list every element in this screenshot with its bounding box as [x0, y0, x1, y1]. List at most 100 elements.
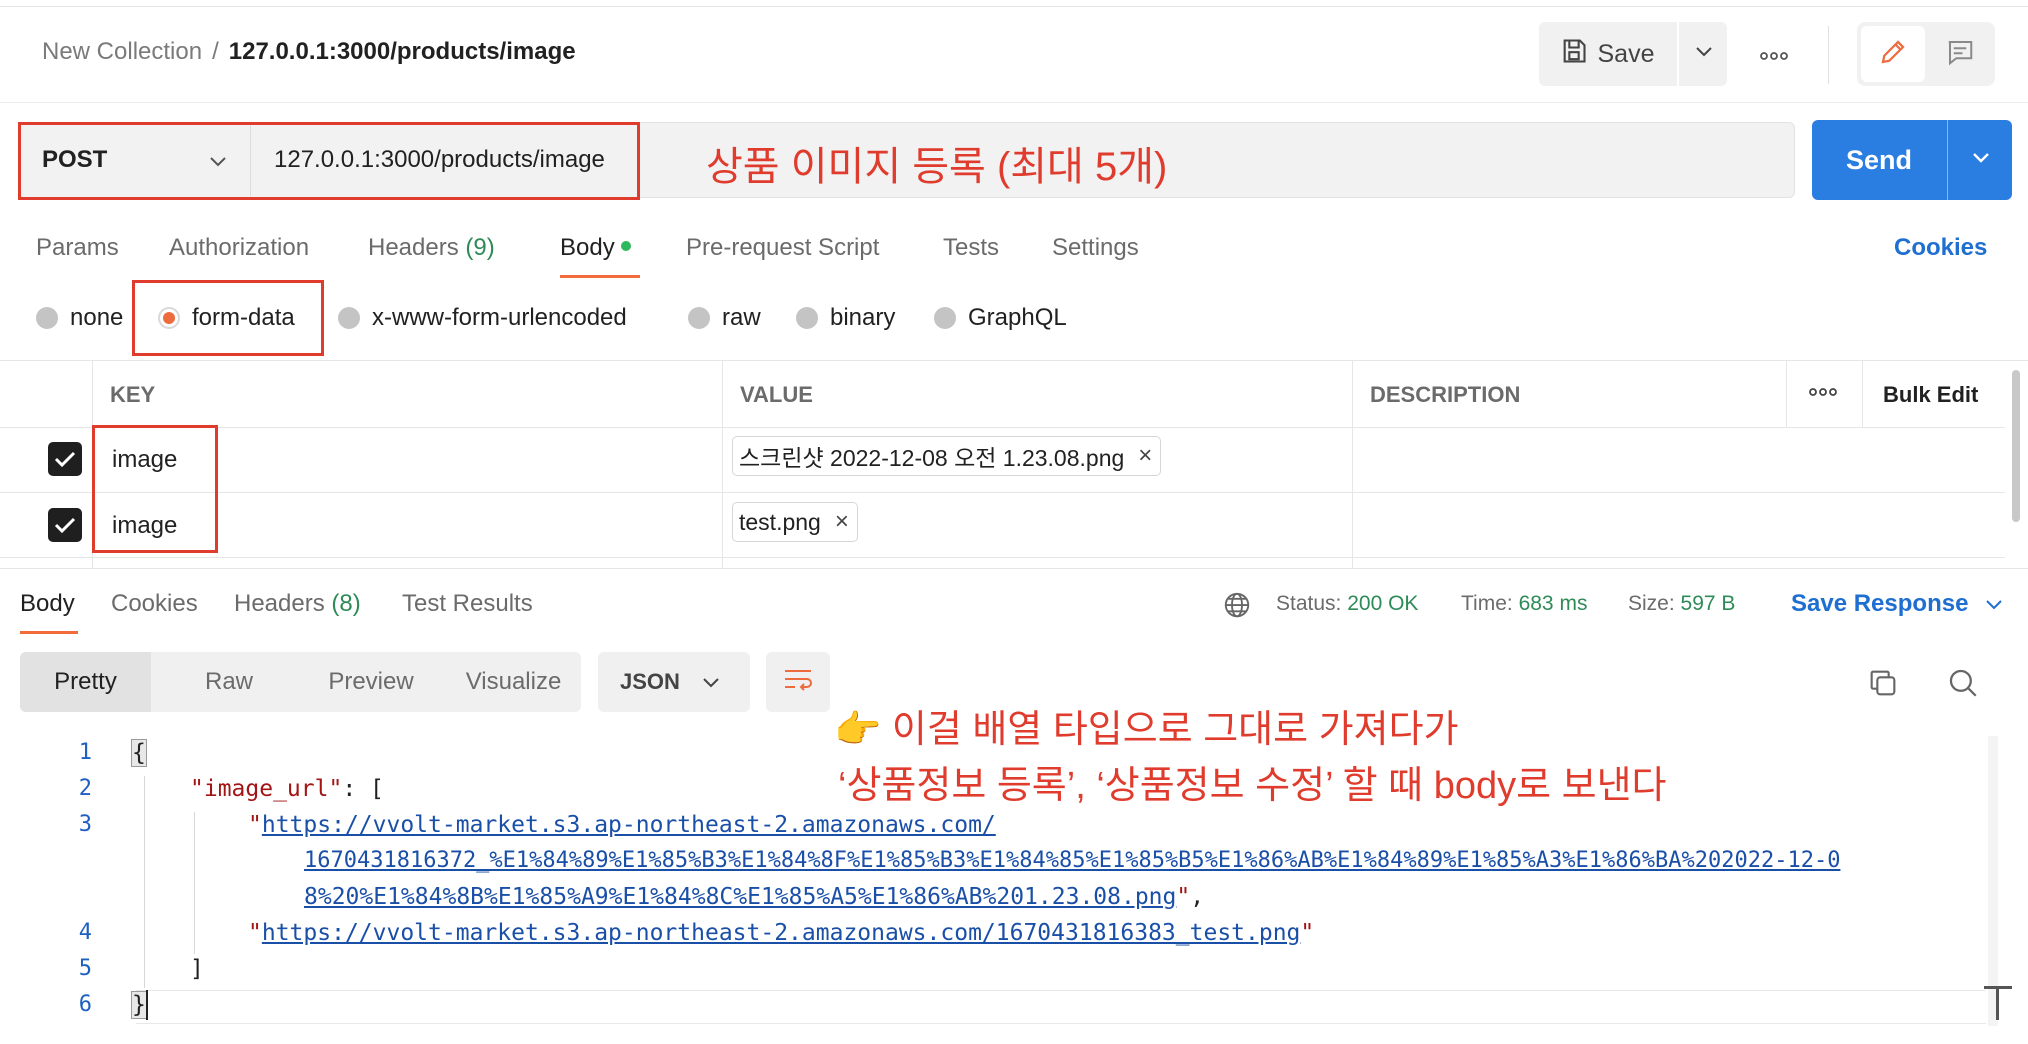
- response-tab-body[interactable]: Body: [20, 590, 75, 618]
- code-line-3-wrap-2: 8%20%E1%84%8B%E1%85%A9%E1%84%8C%E1%85%A5…: [304, 884, 1205, 910]
- annotation-request: 상품 이미지 등록 (최대 5개): [706, 145, 1168, 189]
- save-label: Save: [1597, 39, 1655, 68]
- comments-mode-button[interactable]: [1929, 26, 1991, 82]
- code-url-link[interactable]: 1670431816372_%E1%84%89%E1%85%B3%E1%84%8…: [304, 848, 1840, 873]
- radio-graphql[interactable]: GraphQL: [934, 304, 1067, 332]
- view-visualize[interactable]: Visualize: [446, 652, 581, 712]
- file-name: test.png: [739, 508, 821, 535]
- row-checkbox[interactable]: [48, 508, 82, 542]
- breadcrumb-separator: /: [212, 38, 219, 65]
- globe-icon[interactable]: [1222, 590, 1252, 625]
- tab-headers[interactable]: Headers (9): [368, 234, 495, 262]
- send-button[interactable]: Send: [1812, 120, 1946, 200]
- breadcrumb-collection[interactable]: New Collection: [42, 38, 202, 65]
- tab-label: Settings: [1052, 234, 1139, 261]
- breadcrumb: New Collection / 127.0.0.1:3000/products/i…: [42, 38, 576, 66]
- checkbox-checked-icon: [48, 508, 82, 542]
- table-column-divider: [1862, 360, 1863, 427]
- indent-guide: [144, 776, 145, 988]
- edit-mode-button[interactable]: [1861, 26, 1925, 82]
- format-select[interactable]: JSON: [598, 652, 750, 712]
- tab-label: Tests: [943, 234, 1000, 261]
- row-checkbox[interactable]: [48, 442, 82, 476]
- active-tab-underline: [560, 275, 640, 278]
- chevron-down-icon: [1971, 151, 1991, 170]
- table-row-divider: [0, 492, 2005, 493]
- code-line-3: "https://vvolt-market.s3.ap-northeast-2.…: [248, 812, 996, 838]
- size-label: Size:: [1628, 592, 1675, 615]
- more-horizontal-icon: [1759, 40, 1789, 67]
- remove-file-icon[interactable]: ×: [835, 508, 849, 536]
- file-chip[interactable]: test.png ×: [732, 502, 858, 542]
- table-options-button[interactable]: [1808, 384, 1838, 402]
- comment-icon: [1945, 37, 1975, 72]
- more-horizontal-icon: [1808, 384, 1838, 401]
- radio-label: binary: [830, 304, 896, 331]
- response-tab-cookies[interactable]: Cookies: [111, 590, 198, 618]
- view-raw[interactable]: Raw: [166, 652, 292, 712]
- tab-label: Params: [36, 234, 119, 261]
- tab-params[interactable]: Params: [36, 234, 119, 262]
- view-pretty[interactable]: Pretty: [20, 652, 151, 712]
- time-label: Time:: [1461, 592, 1513, 615]
- status-label: Status:: [1276, 592, 1342, 615]
- radio-label: none: [70, 304, 124, 331]
- code-line-3-wrap-1: 1670431816372_%E1%84%89%E1%85%B3%E1%84%8…: [304, 848, 1840, 873]
- view-mode-group: Pretty Raw Preview Visualize: [20, 652, 581, 712]
- save-response-button[interactable]: Save Response: [1791, 590, 2003, 618]
- column-header-description: DESCRIPTION: [1370, 382, 1521, 407]
- code-scrollbar-track[interactable]: [1988, 736, 1998, 1026]
- save-dropdown-button[interactable]: [1677, 22, 1729, 86]
- code-line-2: "image_url": [: [190, 776, 384, 802]
- highlight-box-keys: [92, 425, 218, 553]
- modified-dot-icon: [620, 240, 631, 251]
- tab-pre-request-script[interactable]: Pre-request Script: [686, 234, 879, 262]
- code-line-1: {: [131, 739, 147, 767]
- highlight-box-url: [18, 122, 640, 200]
- tab-body[interactable]: Body: [560, 234, 631, 262]
- response-tab-headers[interactable]: Headers (8): [234, 590, 361, 618]
- breadcrumb-request-name[interactable]: 127.0.0.1:3000/products/image: [229, 38, 576, 65]
- table-scrollbar[interactable]: [2012, 370, 2020, 522]
- file-chip[interactable]: 스크린샷 2022-12-08 오전 1.23.08.png ×: [732, 436, 1162, 476]
- header-divider: [1828, 26, 1829, 84]
- response-tab-test-results[interactable]: Test Results: [402, 590, 533, 618]
- tab-tests[interactable]: Tests: [943, 234, 999, 262]
- code-punct: : [: [342, 776, 384, 802]
- table-top-border: [0, 360, 2028, 361]
- table-column-divider: [1786, 360, 1787, 427]
- tab-authorization[interactable]: Authorization: [169, 234, 309, 262]
- code-url-link[interactable]: 8%20%E1%84%8B%E1%85%A9%E1%84%8C%E1%85%A5…: [304, 884, 1176, 910]
- search-icon[interactable]: [1946, 666, 1980, 705]
- code-close-brace: }: [131, 991, 147, 1019]
- radio-x-www-form-urlencoded[interactable]: x-www-form-urlencoded: [338, 304, 627, 332]
- response-size: Size: 597 B: [1628, 592, 1735, 616]
- radio-binary[interactable]: binary: [796, 304, 895, 332]
- send-dropdown-button[interactable]: [1947, 120, 2013, 200]
- radio-none[interactable]: none: [36, 304, 123, 332]
- radio-raw[interactable]: raw: [688, 304, 761, 332]
- table-column-divider: [722, 360, 723, 568]
- tab-label: Authorization: [169, 234, 310, 261]
- bulk-edit-button[interactable]: Bulk Edit: [1883, 382, 1978, 408]
- annotation-body-note-line2: ‘상품정보 등록’, ‘상품정보 수정’ 할 때 body로 보낸다: [838, 765, 1667, 807]
- copy-icon[interactable]: [1866, 666, 1900, 705]
- more-options-button[interactable]: [1752, 32, 1796, 76]
- view-preview[interactable]: Preview: [296, 652, 446, 712]
- cookies-link[interactable]: Cookies: [1894, 234, 1987, 262]
- save-button[interactable]: Save: [1539, 22, 1675, 86]
- current-line-highlight: [136, 990, 1986, 1024]
- table-column-divider: [1352, 360, 1353, 568]
- remove-file-icon[interactable]: ×: [1138, 442, 1152, 470]
- code-url-link[interactable]: https://vvolt-market.s3.ap-northeast-2.a…: [262, 812, 996, 838]
- code-url-link[interactable]: https://vvolt-market.s3.ap-northeast-2.a…: [262, 920, 1301, 946]
- line-number: 2: [78, 776, 92, 801]
- mode-toggle: [1857, 22, 1995, 86]
- format-label: JSON: [620, 669, 680, 694]
- tab-label: Cookies: [111, 590, 198, 617]
- tab-settings[interactable]: Settings: [1052, 234, 1139, 262]
- code-key: "image_url": [190, 776, 343, 802]
- wrap-lines-button[interactable]: [766, 652, 830, 712]
- radio-button: [36, 307, 58, 329]
- line-number: 5: [78, 956, 92, 981]
